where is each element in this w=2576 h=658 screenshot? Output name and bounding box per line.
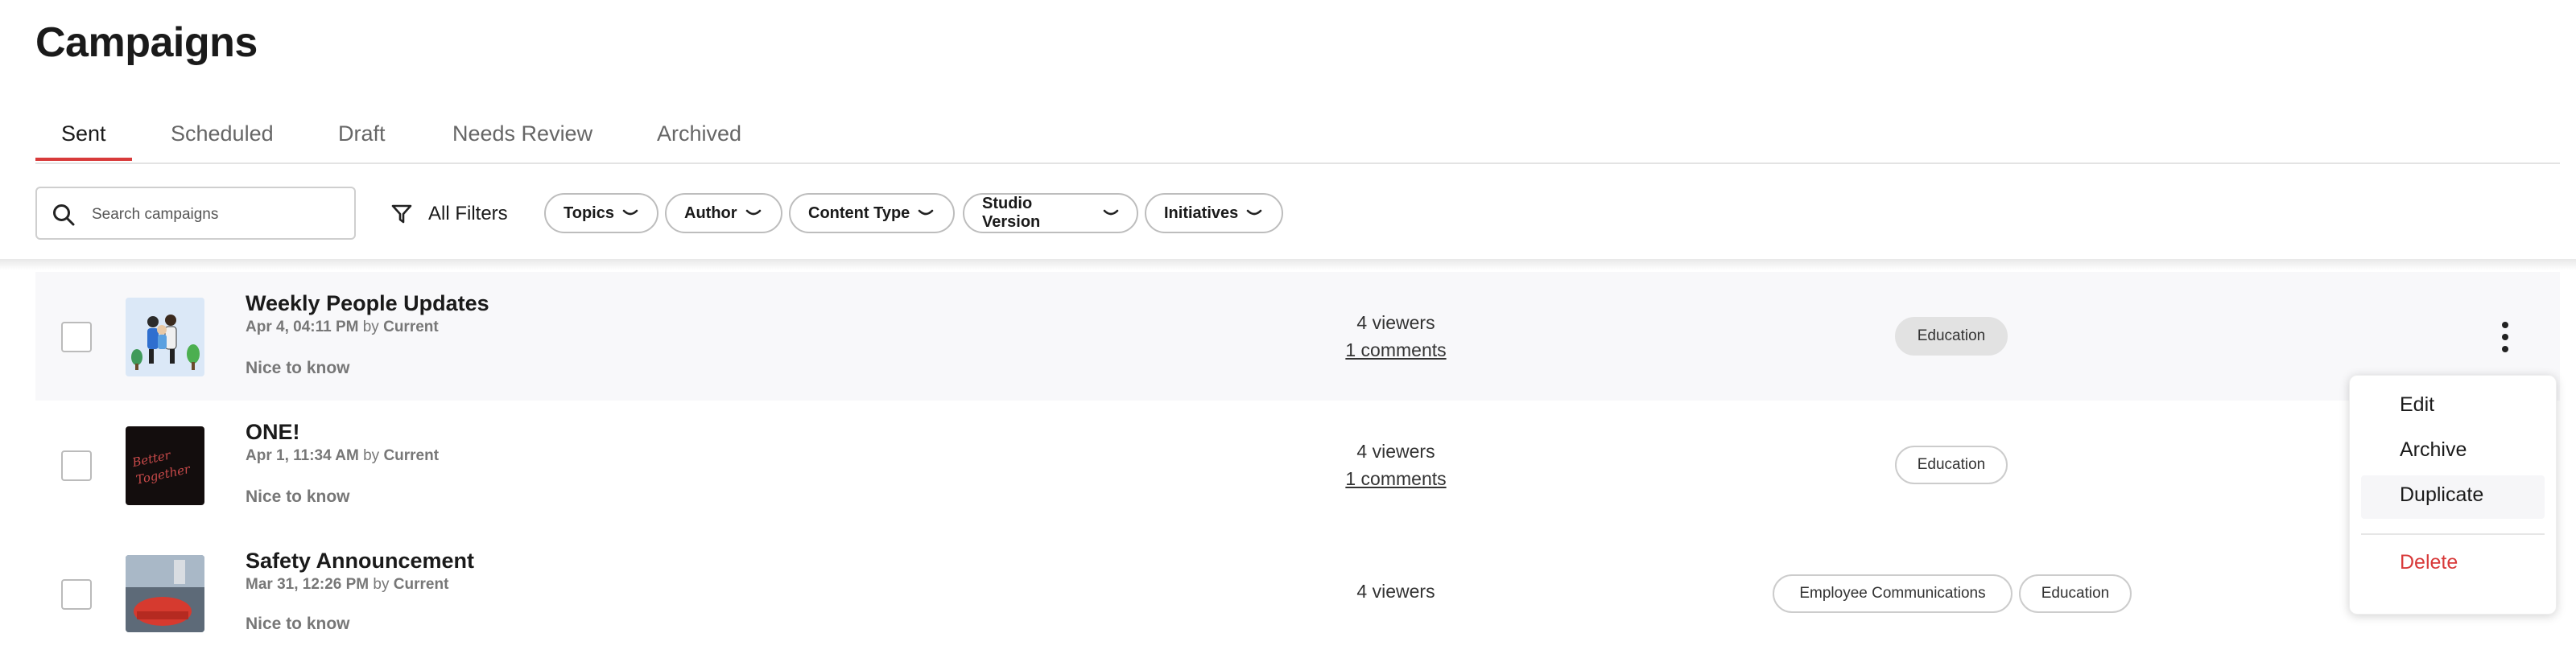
chevron-down-icon (622, 209, 638, 216)
tag-badge: Education (2019, 574, 2132, 613)
campaign-thumbnail: Better Together (126, 426, 204, 505)
by-label: by (363, 447, 380, 464)
campaign-priority: Nice to know (246, 487, 350, 506)
campaign-meta: Apr 1, 11:34 AM by Current (246, 447, 439, 465)
chevron-down-icon (1103, 209, 1119, 216)
by-label: by (373, 576, 390, 593)
campaign-author: Current (393, 576, 449, 593)
filter-author[interactable]: Author (665, 193, 782, 233)
campaign-date: Mar 31, 12:26 PM (246, 576, 369, 593)
campaign-title[interactable]: Safety Announcement (246, 549, 474, 574)
campaign-meta: Apr 4, 04:11 PM by Current (246, 319, 439, 336)
filter-topics-label: Topics (564, 204, 614, 222)
search-icon (53, 204, 75, 226)
search-box[interactable] (35, 187, 356, 240)
comments-link[interactable]: 1 comments (1275, 339, 1517, 361)
search-input[interactable] (90, 199, 343, 230)
campaign-date: Apr 1, 11:34 AM (246, 447, 359, 464)
more-options-icon[interactable] (2489, 317, 2521, 357)
viewers-count: 4 viewers (1356, 312, 1435, 333)
campaign-tabs: Sent Scheduled Draft Needs Review Archiv… (35, 109, 2560, 164)
menu-item-archive[interactable]: Archive (2400, 438, 2467, 462)
campaign-priority: Nice to know (246, 615, 350, 633)
by-label: by (362, 319, 379, 335)
campaign-row[interactable]: Better Together ONE! Apr 1, 11:34 AM by … (35, 401, 2560, 529)
campaign-author: Current (383, 319, 439, 335)
filter-author-label: Author (684, 204, 737, 222)
row-checkbox[interactable] (61, 450, 92, 481)
campaign-title[interactable]: ONE! (246, 420, 300, 445)
comments-link[interactable]: 1 comments (1275, 468, 1517, 490)
tab-sent[interactable]: Sent (61, 114, 106, 153)
campaign-thumbnail (126, 298, 204, 376)
chevron-down-icon (745, 209, 761, 216)
menu-item-edit[interactable]: Edit (2400, 393, 2434, 417)
header-divider-shadow (0, 259, 2576, 270)
campaign-row[interactable]: Safety Announcement Mar 31, 12:26 PM by … (35, 529, 2560, 658)
menu-item-duplicate[interactable]: Duplicate (2400, 483, 2483, 507)
filter-topics[interactable]: Topics (544, 193, 658, 233)
campaign-priority: Nice to know (246, 359, 350, 377)
viewers-count: 4 viewers (1356, 441, 1435, 462)
menu-item-delete[interactable]: Delete (2400, 551, 2458, 574)
campaign-author: Current (383, 447, 440, 464)
tab-draft[interactable]: Draft (338, 114, 386, 153)
campaign-row[interactable]: Weekly People Updates Apr 4, 04:11 PM by… (35, 272, 2560, 401)
campaign-date: Apr 4, 04:11 PM (246, 319, 359, 335)
tag-badge: Employee Communications (1773, 574, 2013, 613)
all-filters-button[interactable]: All Filters (391, 199, 508, 228)
active-tab-indicator (35, 158, 132, 161)
viewers-count: 4 viewers (1356, 581, 1435, 602)
filter-icon (391, 204, 412, 224)
campaign-thumbnail (126, 555, 204, 632)
tag-badge: Education (1895, 446, 2008, 484)
filter-studio-version[interactable]: Studio Version (963, 193, 1138, 233)
tab-needs-review[interactable]: Needs Review (452, 114, 592, 153)
tab-scheduled[interactable]: Scheduled (171, 114, 274, 153)
chevron-down-icon (918, 209, 934, 216)
tab-archived[interactable]: Archived (657, 114, 741, 153)
filter-initiatives[interactable]: Initiatives (1145, 193, 1283, 233)
row-checkbox[interactable] (61, 322, 92, 352)
filter-initiatives-label: Initiatives (1164, 204, 1239, 222)
all-filters-label: All Filters (428, 203, 508, 224)
thumbnail-caption: Better Together (130, 447, 192, 487)
row-actions-menu: Edit Archive Duplicate Delete (2349, 375, 2557, 615)
filter-content-type[interactable]: Content Type (789, 193, 955, 233)
filter-content-type-label: Content Type (808, 204, 910, 222)
page-title: Campaigns (35, 19, 258, 66)
menu-divider (2361, 533, 2545, 535)
campaign-title[interactable]: Weekly People Updates (246, 291, 489, 316)
filter-studio-version-label: Studio Version (982, 195, 1041, 231)
campaign-meta: Mar 31, 12:26 PM by Current (246, 576, 448, 594)
row-checkbox[interactable] (61, 579, 92, 610)
tag-badge: Education (1895, 317, 2008, 356)
chevron-down-icon (1246, 209, 1262, 216)
